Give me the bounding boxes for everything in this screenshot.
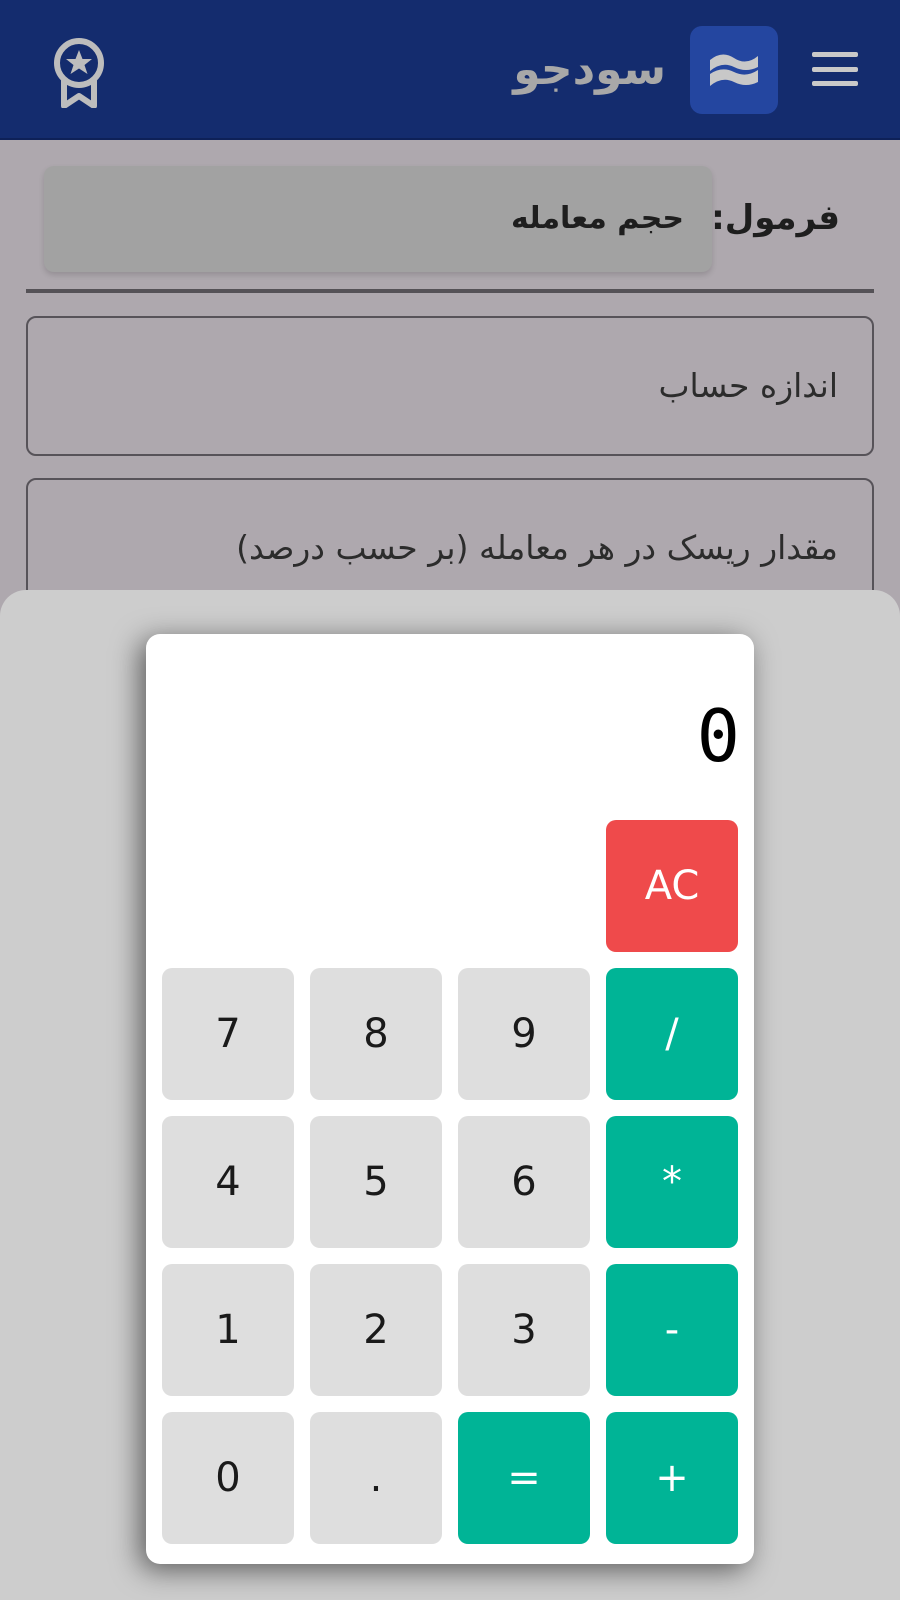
- key-1-button[interactable]: 1: [162, 1264, 294, 1396]
- equals-button[interactable]: =: [458, 1412, 590, 1544]
- key-2-button[interactable]: 2: [310, 1264, 442, 1396]
- decimal-button[interactable]: .: [310, 1412, 442, 1544]
- key-3-button[interactable]: 3: [458, 1264, 590, 1396]
- add-button[interactable]: +: [606, 1412, 738, 1544]
- key-8-button[interactable]: 8: [310, 968, 442, 1100]
- account-size-input[interactable]: اندازه حساب: [26, 316, 874, 456]
- subtract-button[interactable]: -: [606, 1264, 738, 1396]
- key-6-button[interactable]: 6: [458, 1116, 590, 1248]
- key-4-button[interactable]: 4: [162, 1116, 294, 1248]
- brand-name: سودجو: [513, 44, 666, 95]
- wave-logo-icon[interactable]: [690, 26, 778, 114]
- formula-label: فرمول:: [711, 198, 840, 238]
- award-badge-icon[interactable]: [50, 36, 108, 109]
- divider: [26, 289, 874, 293]
- key-5-button[interactable]: 5: [310, 1116, 442, 1248]
- hamburger-menu-icon[interactable]: [812, 52, 858, 86]
- clear-button[interactable]: AC: [606, 820, 738, 952]
- divide-button[interactable]: /: [606, 968, 738, 1100]
- app-header: سودجو: [0, 0, 900, 140]
- key-7-button[interactable]: 7: [162, 968, 294, 1100]
- calculator-panel: 0 AC 7 8 9 / 4 5 6 * 1 2 3 - 0 . = +: [146, 634, 754, 1564]
- key-0-button[interactable]: 0: [162, 1412, 294, 1544]
- multiply-button[interactable]: *: [606, 1116, 738, 1248]
- calculator-display: 0: [696, 694, 740, 778]
- key-9-button[interactable]: 9: [458, 968, 590, 1100]
- formula-select[interactable]: حجم معامله: [44, 166, 712, 272]
